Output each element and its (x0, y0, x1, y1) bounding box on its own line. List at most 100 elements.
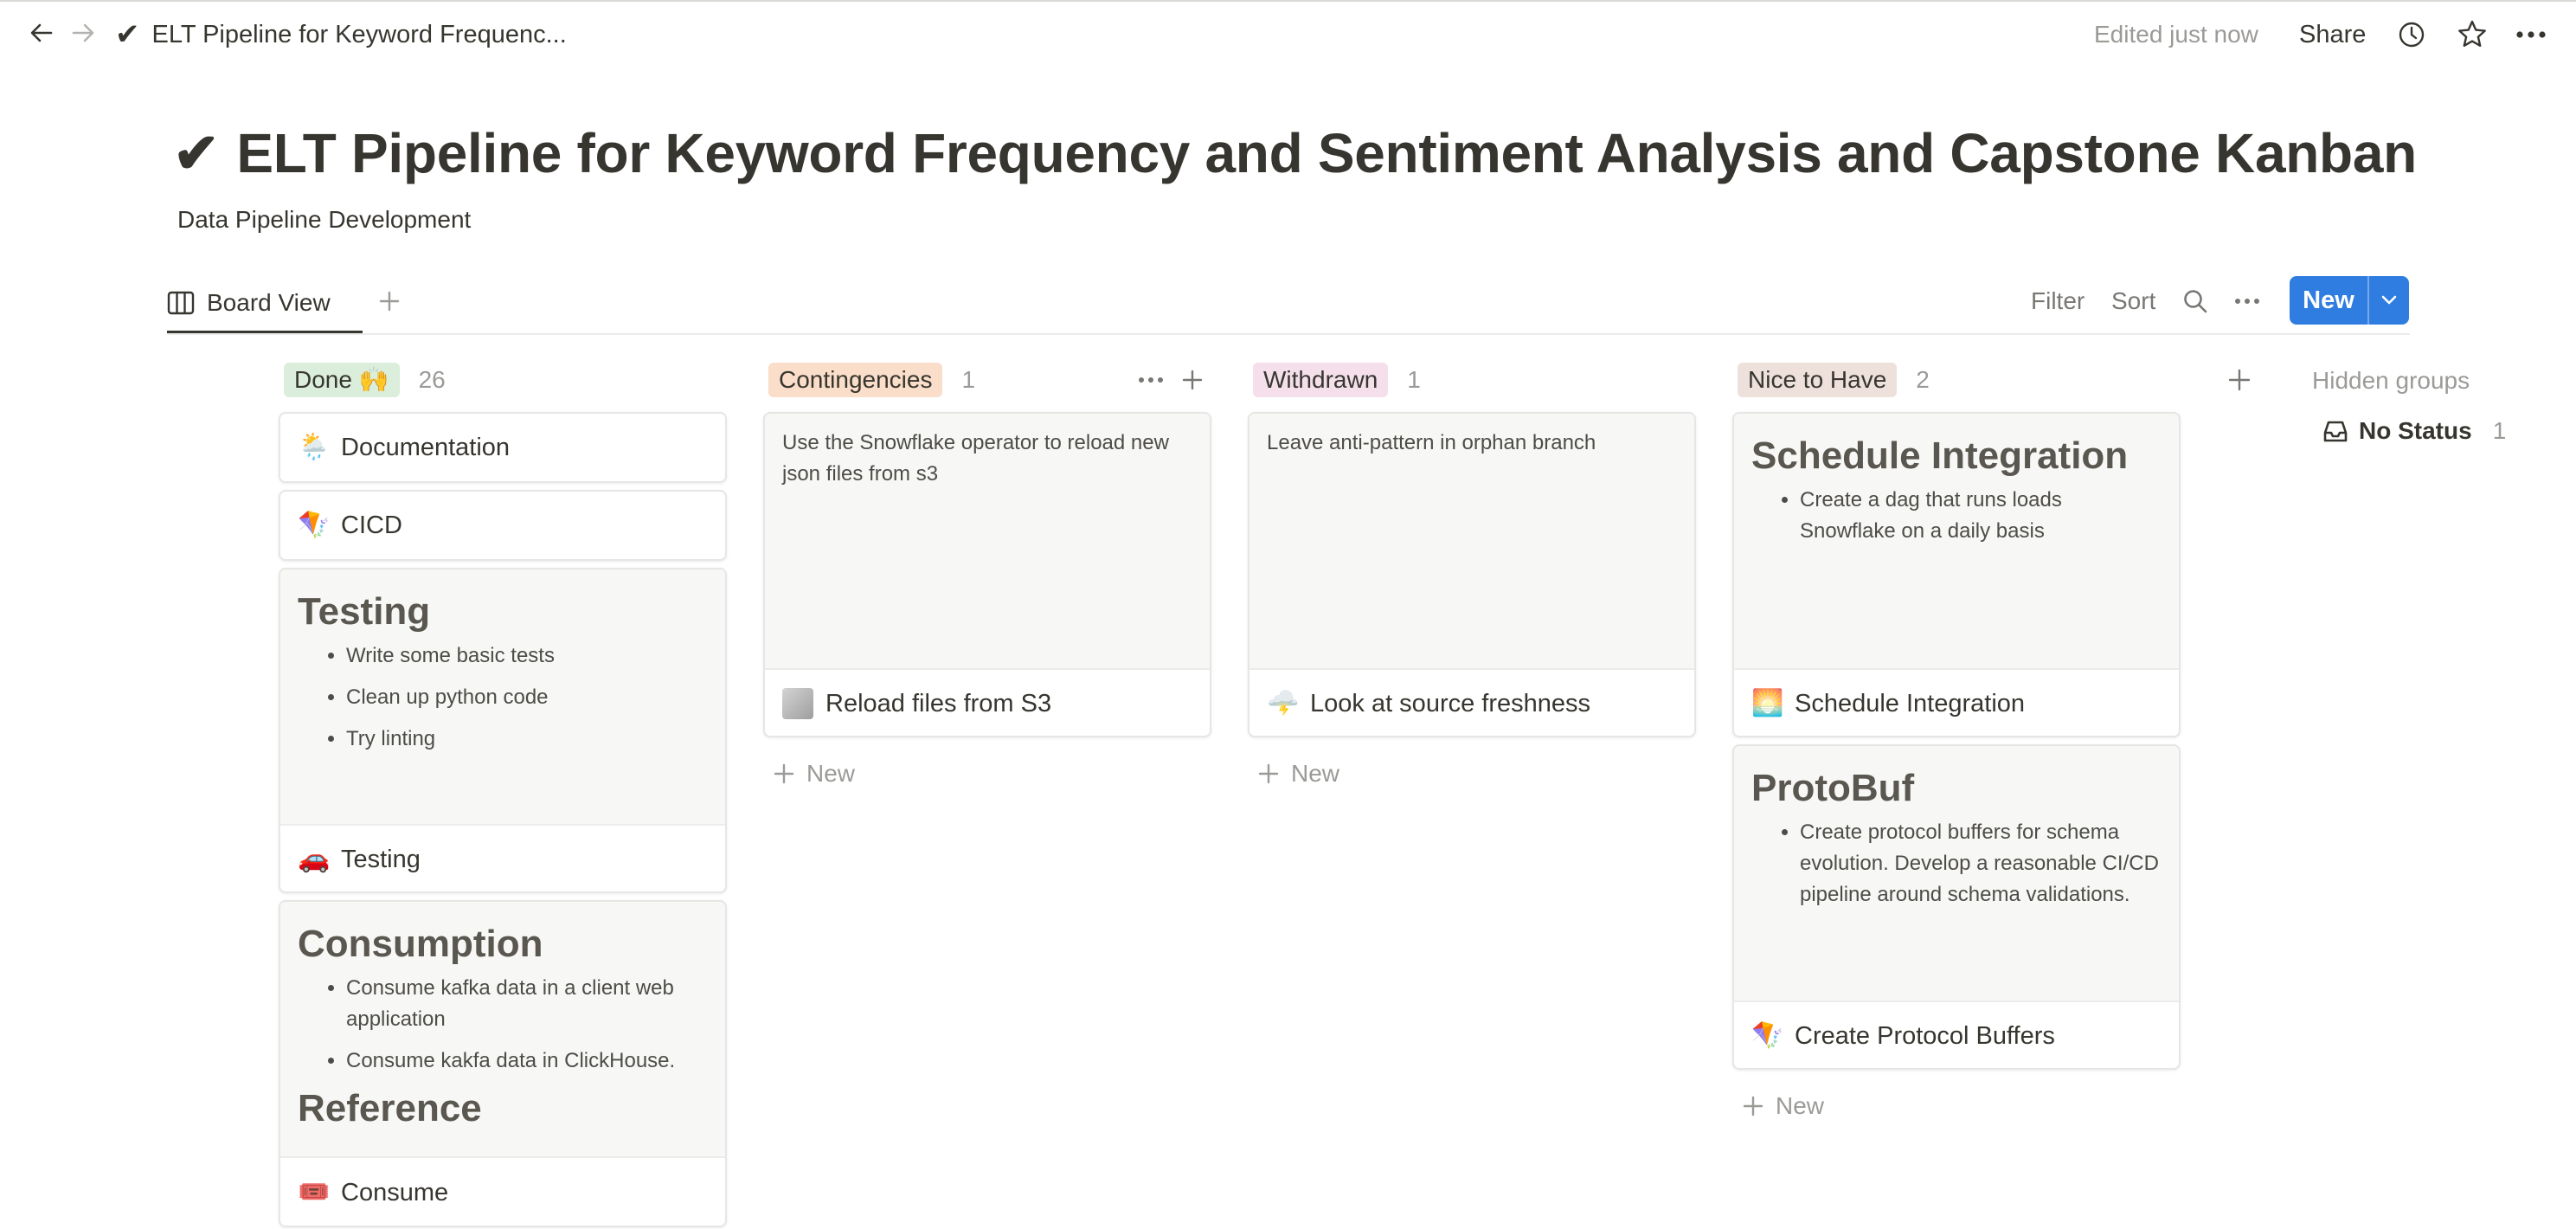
preview-heading: Consumption (298, 923, 543, 965)
search-icon[interactable] (2176, 282, 2214, 320)
card-preview: ProtoBuf Create protocol buffers for sch… (1734, 746, 2179, 1002)
checkmark-icon: ✔ (115, 18, 140, 51)
card-title: CICD (341, 511, 402, 539)
status-tag-contingencies: Contingencies (768, 363, 943, 397)
column-count: 1 (961, 366, 976, 393)
plus-icon (1743, 1096, 1763, 1116)
sort-button[interactable]: Sort (2111, 284, 2155, 319)
preview-bullet: Create protocol buffers for schema evolu… (1800, 817, 2162, 910)
new-label: New (1776, 1092, 1825, 1119)
breadcrumb[interactable]: ✔ ELT Pipeline for Keyword Frequenc... (115, 16, 567, 54)
column-count: 1 (1407, 366, 1421, 393)
preview-heading: Schedule Integration (1751, 434, 2129, 477)
add-view-icon[interactable] (370, 282, 408, 320)
preview-heading-reference: Reference (298, 1087, 482, 1129)
new-button[interactable]: New (2290, 276, 2409, 325)
hidden-groups-label: Hidden groups (2312, 367, 2470, 394)
storm-cloud-icon: 🌩️ (1267, 689, 1300, 717)
star-icon[interactable] (2453, 16, 2491, 54)
preview-list: Create protocol buffers for schema evolu… (1751, 817, 2162, 910)
preview-bullet: Consume kafka data in a client web appli… (346, 973, 708, 1035)
sunrise-icon: 🌅 (1751, 689, 1784, 717)
preview-text: Leave anti-pattern in orphan branch (1267, 431, 1596, 454)
column-header-done[interactable]: Done 🙌 26 (284, 361, 446, 399)
column-header-withdrawn[interactable]: Withdrawn 1 (1253, 361, 1421, 399)
column-header-nice-to-have[interactable]: Nice to Have 2 (1738, 361, 1930, 399)
preview-bullet: Write some basic tests (346, 640, 708, 672)
tab-board-view[interactable]: Board View (167, 275, 331, 331)
card-title-row: 🚗 Testing (280, 826, 725, 891)
add-card-plus-icon[interactable] (1173, 361, 1211, 399)
new-label: New (806, 760, 856, 787)
more-options-icon[interactable] (2512, 16, 2550, 54)
page-title[interactable]: ✔ ELT Pipeline for Keyword Frequency and … (173, 121, 2417, 186)
hidden-group-no-status[interactable]: No Status 1 (2322, 417, 2506, 445)
card-title: Schedule Integration (1795, 689, 2026, 717)
card-title-row: ◻ Reload files from S3 (765, 670, 1210, 736)
title-checkmark-icon: ✔ (173, 122, 220, 184)
column-options-icon[interactable] (1132, 361, 1170, 399)
tab-label: Board View (207, 289, 331, 316)
preview-text: Use the Snowflake operator to reload new… (782, 431, 1169, 486)
status-tag-done: Done 🙌 (284, 363, 400, 397)
column-count: 2 (1916, 366, 1930, 393)
column-header-contingencies[interactable]: Contingencies 1 (768, 361, 975, 399)
preview-list: Consume kafka data in a client web appli… (298, 973, 708, 1077)
card-testing[interactable]: Testing Write some basic tests Clean up … (279, 568, 727, 893)
back-arrow-icon[interactable] (22, 14, 61, 52)
filter-button[interactable]: Filter (2031, 284, 2085, 319)
card-title: Consume (341, 1178, 449, 1206)
kite-icon: 🪁 (298, 511, 331, 539)
preview-list: Create a dag that runs loads Snowflake o… (1751, 485, 2162, 547)
card-title: Look at source freshness (1310, 689, 1591, 717)
plus-icon (1258, 763, 1279, 784)
card-title-row: 🌦️ Documentation (280, 432, 527, 463)
no-status-label: No Status (2359, 417, 2472, 444)
card-title-row: 🪁 Create Protocol Buffers (1734, 1002, 2179, 1068)
plus-icon (774, 763, 794, 784)
card-schedule-integration[interactable]: Schedule Integration Create a dag that r… (1732, 412, 2181, 737)
view-divider (167, 333, 2410, 335)
card-cicd[interactable]: 🪁 CICD (279, 490, 727, 561)
new-label: New (1291, 760, 1340, 787)
card-title-row: 🌩️ Look at source freshness (1249, 670, 1694, 736)
card-reload-files[interactable]: Use the Snowflake operator to reload new… (763, 412, 1211, 737)
page-title-text: ELT Pipeline for Keyword Frequency and S… (236, 122, 2417, 184)
forward-arrow-icon[interactable] (64, 14, 102, 52)
board-view-icon (167, 291, 195, 315)
column-new-button[interactable]: New (774, 753, 855, 795)
top-bar: ✔ ELT Pipeline for Keyword Frequenc... E… (0, 2, 2576, 68)
kite-icon: 🪁 (1751, 1021, 1784, 1050)
card-source-freshness[interactable]: Leave anti-pattern in orphan branch 🌩️ L… (1248, 412, 1696, 737)
history-clock-icon[interactable] (2393, 16, 2431, 54)
marble-icon: ◻ (782, 688, 813, 719)
breadcrumb-title: ELT Pipeline for Keyword Frequenc... (151, 20, 567, 48)
preview-bullet: Consume kakfa data in ClickHouse. (346, 1046, 708, 1077)
card-title: Create Protocol Buffers (1795, 1021, 2055, 1050)
column-new-button[interactable]: New (1258, 753, 1339, 795)
share-button[interactable]: Share (2299, 17, 2366, 52)
preview-heading: ProtoBuf (1751, 767, 1915, 809)
card-preview: Testing Write some basic tests Clean up … (280, 569, 725, 826)
preview-heading: Testing (298, 590, 431, 633)
sun-cloud-icon: 🌦️ (298, 433, 331, 461)
add-group-plus-icon[interactable] (2220, 361, 2258, 399)
card-preview: Leave anti-pattern in orphan branch (1249, 414, 1694, 670)
card-title-row: 🪁 CICD (280, 510, 420, 541)
view-options-icon[interactable] (2228, 282, 2266, 320)
card-title: Testing (341, 845, 421, 873)
column-new-button[interactable]: New (1743, 1085, 1824, 1127)
card-title-row: 🎟️ Consume (280, 1158, 725, 1226)
preview-bullet: Clean up python code (346, 682, 708, 713)
card-consume[interactable]: Consumption Consume kafka data in a clie… (279, 900, 727, 1227)
status-tag-withdrawn: Withdrawn (1253, 363, 1389, 397)
edited-status: Edited just now (2094, 21, 2258, 48)
card-documentation[interactable]: 🌦️ Documentation (279, 412, 727, 483)
card-preview: Schedule Integration Create a dag that r… (1734, 414, 2179, 670)
page-description[interactable]: Data Pipeline Development (177, 206, 471, 234)
chevron-down-icon[interactable] (2369, 295, 2409, 306)
card-title: Reload files from S3 (825, 689, 1052, 717)
status-tag-nice-to-have: Nice to Have (1738, 363, 1898, 397)
card-protocol-buffers[interactable]: ProtoBuf Create protocol buffers for sch… (1732, 744, 2181, 1070)
new-button-label: New (2303, 286, 2354, 314)
